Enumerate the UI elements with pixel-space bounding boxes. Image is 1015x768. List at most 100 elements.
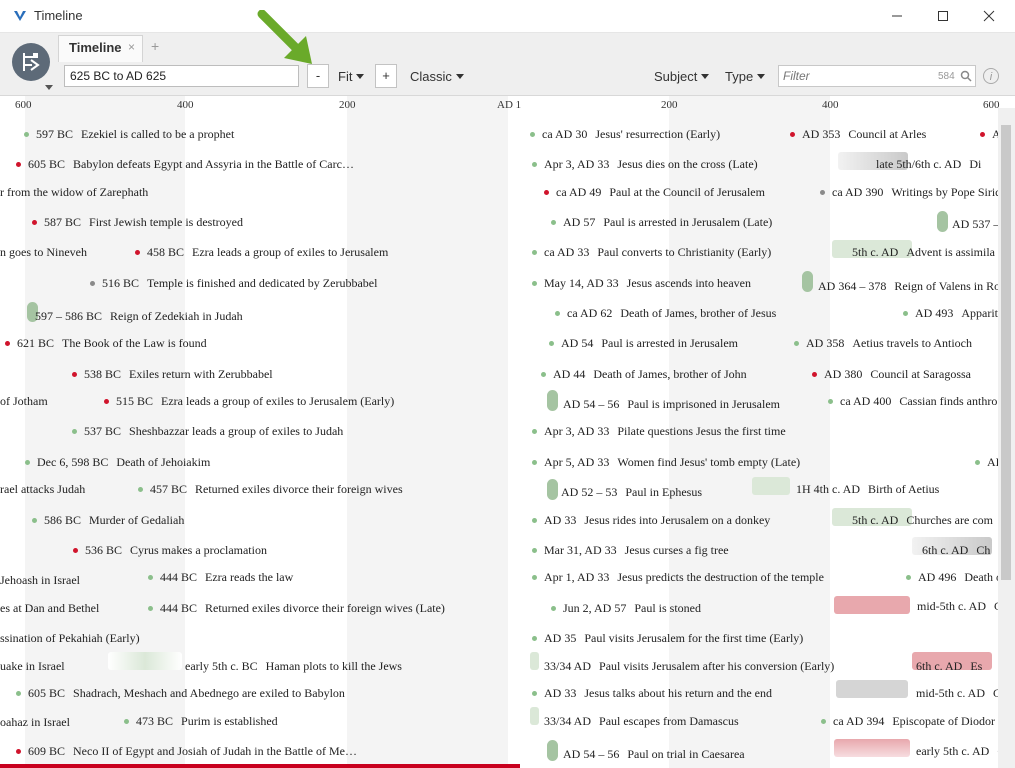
timeline-event[interactable]: Jehoash in Israel — [0, 570, 80, 590]
range-bar[interactable] — [834, 596, 910, 614]
timeline-event[interactable]: 605 BC Babylon defeats Egypt and Assyria … — [16, 154, 354, 174]
timeline-event[interactable]: 33/34 AD Paul visits Jerusalem after his … — [544, 656, 834, 676]
timeline-event[interactable]: early 5th c. BC Haman plots to kill the J… — [185, 656, 402, 676]
timeline-event[interactable]: AD 52 – 53 Paul in Ephesus — [561, 482, 702, 502]
event-date: 609 BC — [28, 744, 66, 758]
timeline-event[interactable]: AD 358 Aetius travels to Antioch — [794, 333, 972, 353]
event-date: Apr 3, AD 33 — [544, 157, 610, 171]
timeline-event[interactable]: 609 BC Neco II of Egypt and Josiah of Jud… — [16, 741, 357, 761]
timeline-event[interactable]: mid-5th c. ADCo — [917, 596, 1008, 616]
timeline-event[interactable]: uake in Israel — [0, 656, 65, 676]
zoom-mode-dropdown[interactable]: Fit — [338, 69, 365, 84]
timeline-event[interactable]: 5th c. AD Advent is assimila — [852, 242, 995, 262]
timeline-event[interactable]: AD 364 – 378 Reign of Valens in Ro — [818, 276, 1000, 296]
minimize-button[interactable] — [874, 0, 920, 32]
timeline-event[interactable]: ca AD 49 Paul at the Council of Jerusalem — [544, 182, 765, 202]
timeline-event[interactable]: 5th c. AD Churches are com — [852, 510, 993, 530]
timeline-event[interactable]: 537 BC Sheshbazzar leads a group of exile… — [72, 421, 343, 441]
timeline-event[interactable]: ca AD 33 Paul converts to Christianity (E… — [532, 242, 771, 262]
timeline-event[interactable]: es at Dan and Bethel — [0, 598, 99, 618]
timeline-event[interactable]: Mar 31, AD 33 Jesus curses a fig tree — [532, 540, 729, 560]
timeline-event[interactable]: 586 BC Murder of Gedaliah — [32, 510, 184, 530]
timeline-event[interactable]: 33/34 AD Paul escapes from Damascus — [544, 711, 739, 731]
timeline-event[interactable]: 538 BC Exiles return with Zerubbabel — [72, 364, 273, 384]
event-date: 516 BC — [102, 276, 140, 290]
timeline-event[interactable]: 516 BC Temple is finished and dedicated b… — [90, 273, 377, 293]
timeline-event[interactable]: 444 BC Returned exiles divorce their fore… — [148, 598, 445, 618]
zoom-in-button[interactable]: + — [375, 64, 397, 88]
range-bar[interactable] — [530, 652, 539, 670]
timeline-event[interactable]: AD 35 Paul visits Jerusalem for the first… — [532, 628, 803, 648]
timeline-event[interactable]: AD 54 – 56 Paul on trial in Caesarea — [563, 744, 745, 764]
tab-timeline[interactable]: Timeline × — [58, 35, 143, 62]
timeline-event[interactable]: Apr 1, AD 33 Jesus predicts the destructi… — [532, 567, 824, 587]
timeline-event[interactable]: 621 BC The Book of the Law is found — [5, 333, 207, 353]
timeline-event[interactable]: ssination of Pekahiah (Early) — [0, 628, 140, 648]
timeline-event[interactable]: AD 33 Jesus talks about his return and th… — [532, 683, 772, 703]
timeline-event[interactable]: oahaz in Israel — [0, 712, 70, 732]
timeline-event[interactable]: 6th c. AD Ch — [922, 540, 990, 560]
info-icon[interactable]: i — [983, 68, 999, 84]
timeline-event[interactable]: 597 BC Ezekiel is called to be a prophet — [24, 124, 234, 144]
timeline-event[interactable]: AD 380 Council at Saragossa — [812, 364, 971, 384]
range-bar[interactable] — [752, 477, 790, 495]
maximize-button[interactable] — [920, 0, 966, 32]
range-bar[interactable] — [530, 707, 539, 725]
timeline-event[interactable]: AD 493 Appariti — [903, 303, 1001, 323]
timeline-event[interactable]: AD 54 Paul is arrested in Jerusalem — [549, 333, 738, 353]
timeline-event[interactable]: 587 BC First Jewish temple is destroyed — [32, 212, 243, 232]
timeline-event[interactable]: 6th c. AD Es — [916, 656, 982, 676]
timeline-event[interactable]: AD 496 Death of — [906, 567, 1006, 587]
tab-close-icon[interactable]: × — [128, 40, 135, 54]
timeline-event[interactable]: late 5th/6th c. AD Di — [876, 154, 981, 174]
type-dropdown[interactable]: Type — [725, 69, 766, 84]
timeline-event[interactable]: ca AD 62 Death of James, brother of Jesus — [555, 303, 776, 323]
timeline-event[interactable]: n goes to Nineveh — [0, 242, 87, 262]
timeline-event[interactable]: Jun 2, AD 57 Paul is stoned — [551, 598, 701, 618]
add-tab-button[interactable]: + — [151, 38, 159, 54]
range-pill[interactable] — [547, 740, 558, 761]
timeline-event[interactable]: AD 353 Council at Arles — [790, 124, 926, 144]
timeline-event[interactable]: Dec 6, 598 BC Death of Jehoiakim — [25, 452, 210, 472]
timeline-event[interactable]: AD 54 – 56 Paul is imprisoned in Jerusale… — [563, 394, 780, 414]
range-bar[interactable] — [836, 680, 908, 698]
timeline-event[interactable]: 444 BC Ezra reads the law — [148, 567, 293, 587]
timeline-event[interactable]: mid-5th c. ADCo — [916, 683, 1007, 703]
timeline-event[interactable]: AD 33 Jesus rides into Jerusalem on a don… — [532, 510, 770, 530]
range-pill[interactable] — [547, 479, 558, 500]
style-dropdown[interactable]: Classic — [410, 69, 464, 84]
timeline-event[interactable]: ca AD 390 Writings by Pope Siric — [820, 182, 1001, 202]
timeline-event[interactable]: r from the widow of Zarephath — [0, 182, 148, 202]
timeline-canvas[interactable]: 600 400 200 AD 1 200 400 600 597 BC Ezeki… — [0, 96, 1015, 768]
range-bar[interactable] — [108, 652, 182, 670]
range-bar[interactable] — [834, 739, 910, 757]
timeline-event[interactable]: AD 57 Paul is arrested in Jerusalem (Late… — [551, 212, 772, 232]
timeline-event[interactable]: 515 BC Ezra leads a group of exiles to Je… — [104, 391, 394, 411]
timeline-event[interactable]: 457 BC Returned exiles divorce their fore… — [138, 479, 403, 499]
timeline-event[interactable]: of Jotham — [0, 391, 48, 411]
timeline-event[interactable]: 1H 4th c. AD Birth of Aetius — [796, 479, 939, 499]
timeline-event[interactable]: rael attacks Judah — [0, 479, 85, 499]
search-icon[interactable] — [960, 70, 972, 82]
timeline-event[interactable]: Apr 3, AD 33 Jesus dies on the cross (Lat… — [532, 154, 758, 174]
timeline-event[interactable]: ca AD 30 Jesus' resurrection (Early) — [530, 124, 720, 144]
range-pill[interactable] — [937, 211, 948, 232]
timeline-event[interactable]: ca AD 394 Episcopate of Diodor — [821, 711, 995, 731]
timeline-event[interactable]: 597 – 586 BC Reign of Zedekiah in Judah — [35, 306, 243, 326]
timeline-event[interactable]: Apr 5, AD 33 Women find Jesus' tomb empty… — [532, 452, 800, 472]
subject-dropdown[interactable]: Subject — [654, 69, 710, 84]
range-pill[interactable] — [547, 390, 558, 411]
scrollbar-thumb[interactable] — [1001, 125, 1011, 580]
timeline-event[interactable]: 605 BC Shadrach, Meshach and Abednego are… — [16, 683, 345, 703]
timeline-event[interactable]: May 14, AD 33 Jesus ascends into heaven — [532, 273, 751, 293]
timeline-event[interactable]: Apr 3, AD 33 Pilate questions Jesus the f… — [532, 421, 786, 441]
timeline-event[interactable]: 458 BC Ezra leads a group of exiles to Je… — [135, 242, 388, 262]
timeline-event[interactable]: 536 BC Cyrus makes a proclamation — [73, 540, 267, 560]
timeline-event[interactable]: AD 44 Death of James, brother of John — [541, 364, 747, 384]
timeline-event[interactable]: ca AD 400 Cassian finds anthro — [828, 391, 997, 411]
chevron-down-icon[interactable] — [45, 85, 53, 90]
close-button[interactable] — [966, 0, 1012, 32]
range-pill[interactable] — [802, 271, 813, 292]
panel-menu-button[interactable] — [12, 43, 50, 81]
timeline-event[interactable]: 473 BC Purim is established — [124, 711, 278, 731]
